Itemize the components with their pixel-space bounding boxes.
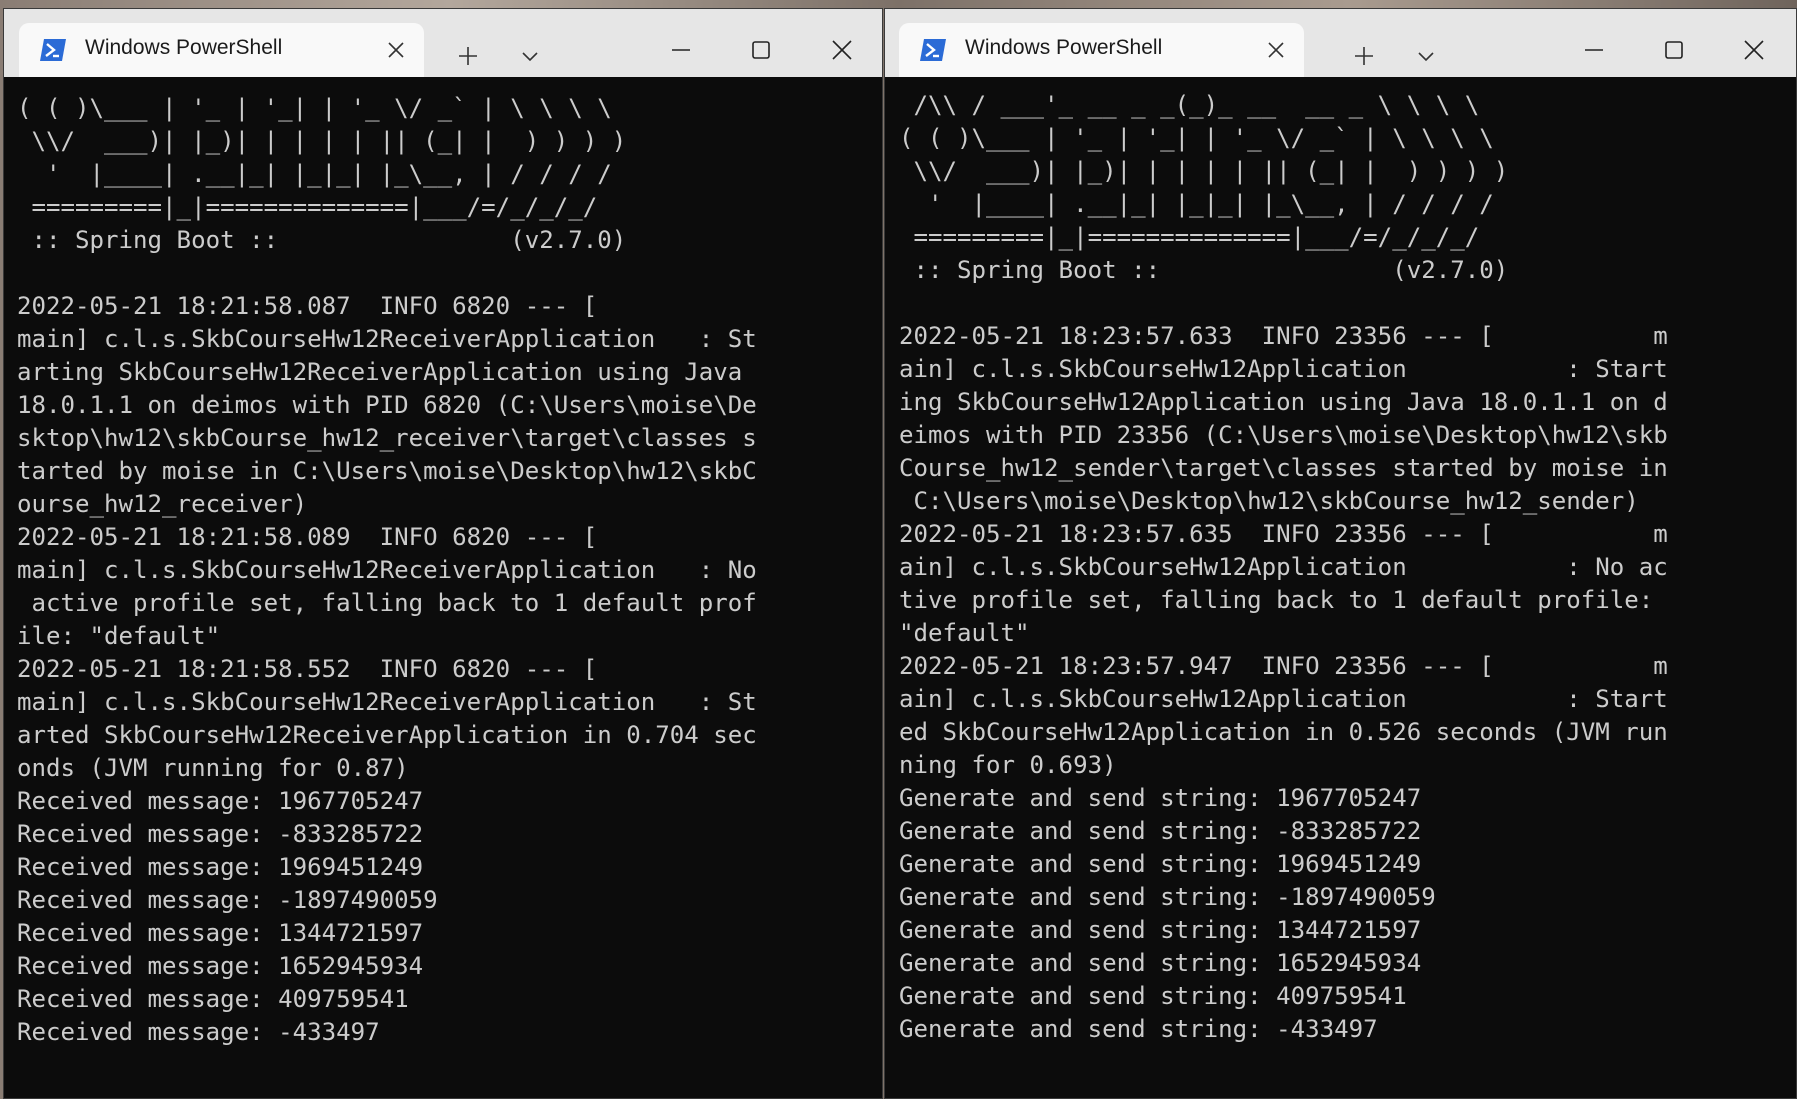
maximize-icon <box>1665 41 1683 59</box>
close-window-button[interactable] <box>829 37 855 63</box>
sender-terminal-window[interactable]: Windows PowerShell /\\ / ___'_ __ _ _(_)… <box>884 8 1797 1099</box>
terminal-text: ( ( )\___ | '_ | '_| | '_ \/ _` | \ \ \ … <box>17 94 757 1046</box>
maximize-button[interactable] <box>748 37 774 63</box>
title-bar[interactable]: Windows PowerShell <box>885 9 1796 77</box>
plus-icon <box>1355 47 1373 65</box>
maximize-button[interactable] <box>1661 37 1687 63</box>
title-bar[interactable]: Windows PowerShell <box>4 9 882 77</box>
close-icon <box>388 42 404 58</box>
terminal-text: /\\ / ___'_ __ _ _(_)_ __ __ _ \ \ \ \ (… <box>899 91 1668 1043</box>
close-icon <box>1744 40 1764 60</box>
chevron-down-icon <box>522 52 538 62</box>
receiver-terminal-window[interactable]: Windows PowerShell (()\___ | '_ | '_| … <box>3 8 883 1099</box>
minimize-icon <box>1585 49 1603 51</box>
tab-dropdown-button[interactable] <box>1416 49 1436 65</box>
powershell-icon <box>39 38 67 62</box>
close-icon <box>1268 42 1284 58</box>
close-window-button[interactable] <box>1741 37 1767 63</box>
tab-windows-powershell[interactable]: Windows PowerShell <box>19 23 424 77</box>
terminal-output-area[interactable]: /\\ / ___'_ __ _ _(_)_ __ __ _ \ \ \ \ (… <box>885 77 1796 1098</box>
terminal-output-area[interactable]: ( ( )\___ | '_ | '_| | '_ \/ _` | \ \ \ … <box>4 77 882 1098</box>
plus-icon <box>459 47 477 65</box>
maximize-icon <box>752 41 770 59</box>
powershell-icon <box>919 38 947 62</box>
chevron-down-icon <box>1418 52 1434 62</box>
minimize-button[interactable] <box>1581 37 1607 63</box>
close-tab-button[interactable] <box>384 38 408 62</box>
minimize-icon <box>672 49 690 51</box>
close-tab-button[interactable] <box>1264 38 1288 62</box>
new-tab-button[interactable] <box>1351 43 1377 69</box>
tab-title: Windows PowerShell <box>965 36 1163 59</box>
tab-windows-powershell[interactable]: Windows PowerShell <box>899 23 1304 77</box>
close-icon <box>832 40 852 60</box>
tab-title: Windows PowerShell <box>85 36 283 59</box>
new-tab-button[interactable] <box>455 43 481 69</box>
minimize-button[interactable] <box>668 37 694 63</box>
tab-dropdown-button[interactable] <box>520 49 540 65</box>
